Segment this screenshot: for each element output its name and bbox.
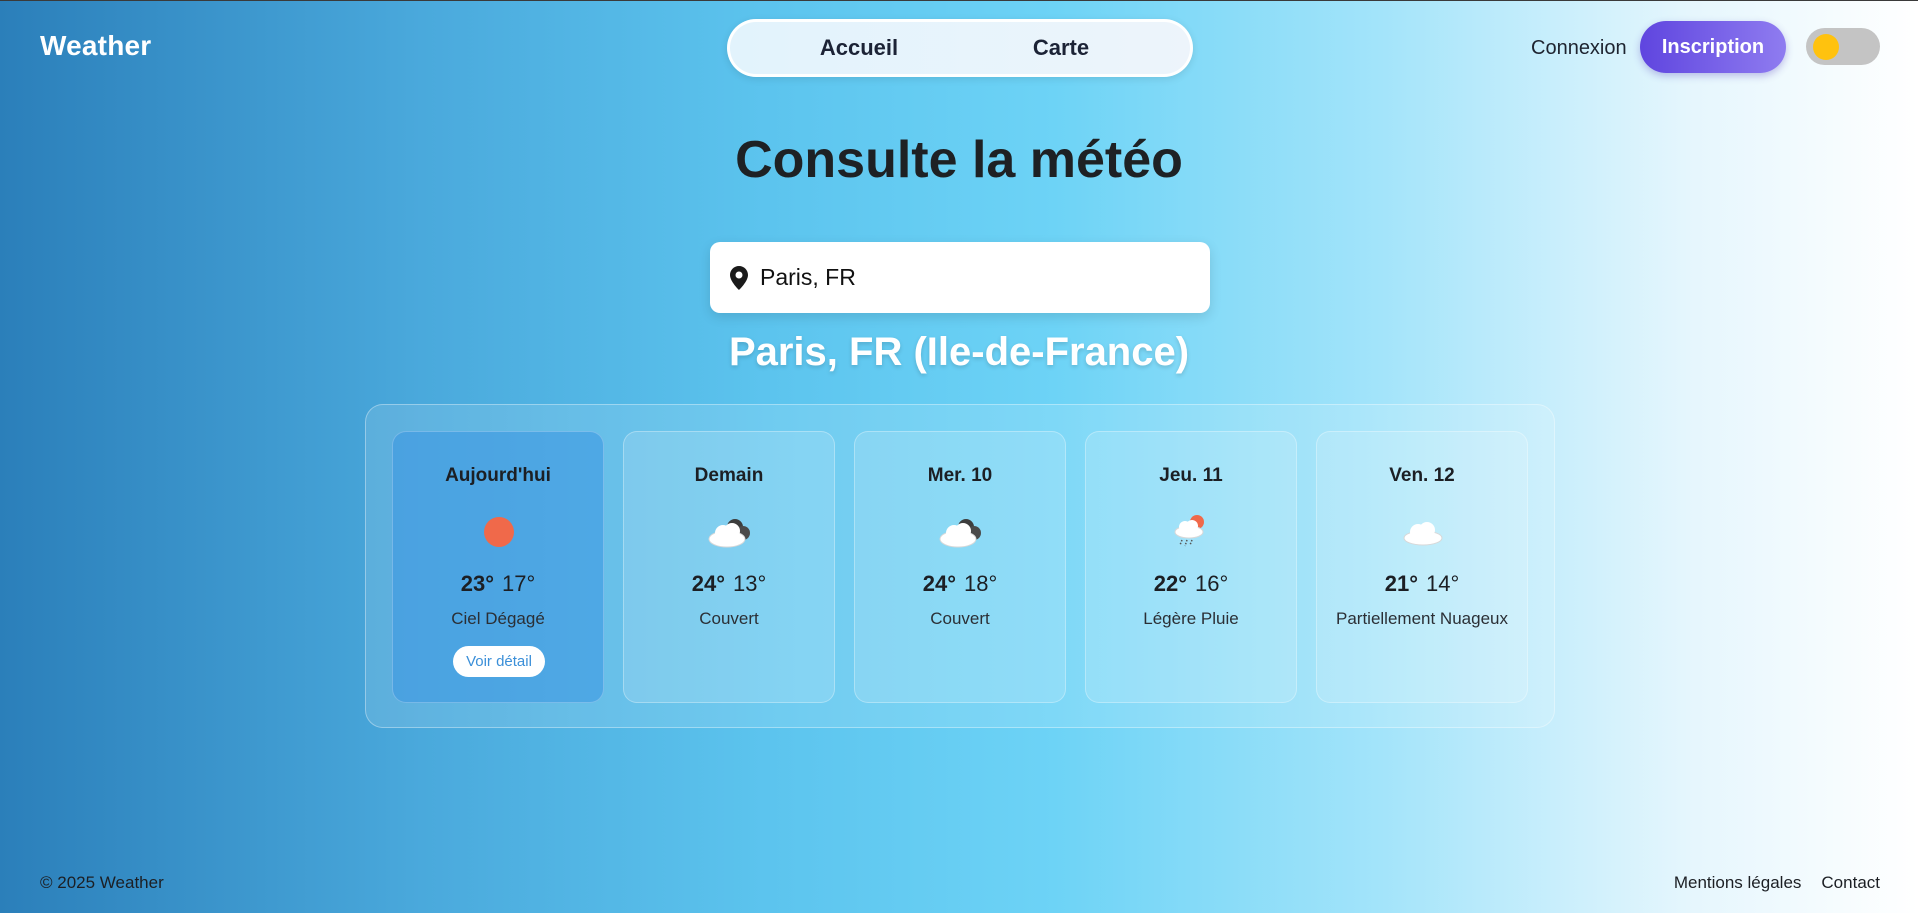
temp-min: 16° (1195, 571, 1229, 596)
top-border (0, 0, 1918, 1)
temperatures: 23° 17° (393, 571, 603, 597)
temp-min: 13° (733, 571, 767, 596)
day-name: Demain (694, 465, 764, 486)
login-link[interactable]: Connexion (1531, 37, 1627, 60)
search-box[interactable] (710, 242, 1210, 313)
day-name: Ven. 12 (1389, 465, 1455, 486)
tab-accueil[interactable]: Accueil (730, 35, 960, 61)
page-title: Consulte la météo (735, 131, 1183, 189)
temperatures: 24° 13° (624, 571, 834, 597)
theme-toggle[interactable] (1806, 28, 1880, 65)
sun-rain-cloud-icon (1164, 510, 1220, 554)
map-pin-icon (730, 265, 748, 290)
legal-link[interactable]: Mentions légales (1674, 873, 1802, 893)
day-name: Aujourd'hui (445, 465, 551, 486)
copyright: © 2025 Weather (40, 873, 164, 892)
temp-max: 24° (691, 571, 725, 596)
weather-description: Couvert (699, 609, 759, 628)
weather-description: Couvert (930, 609, 990, 628)
overcast-cloud-icon (933, 510, 989, 554)
day-name: Mer. 10 (927, 465, 993, 486)
temperatures: 24° 18° (855, 571, 1065, 597)
day-name: Jeu. 11 (1159, 465, 1223, 486)
weather-description: Partiellement Nuageux (1336, 609, 1508, 628)
search-input[interactable] (760, 264, 1180, 291)
temp-min: 14° (1426, 571, 1460, 596)
overcast-cloud-icon (702, 510, 758, 554)
temp-max: 22° (1153, 571, 1187, 596)
main-nav: Accueil Carte (727, 19, 1193, 77)
weather-description: Ciel Dégagé (451, 609, 545, 628)
temp-max: 23° (460, 571, 494, 596)
day-card-today[interactable]: Aujourd'hui 23° 17° Ciel Dégagé Voir déta… (392, 431, 604, 703)
temperatures: 22° 16° (1086, 571, 1296, 597)
day-card-demain[interactable]: Demain 24° 13° Couvert (623, 431, 835, 703)
day-card-mer-10[interactable]: Mer. 10 24° 18° Couvert (854, 431, 1066, 703)
temp-max: 24° (922, 571, 956, 596)
day-card-ven-12[interactable]: Ven. 12 21° 14° Partiellement Nuageux (1316, 431, 1528, 703)
brand-logo[interactable]: Weather (40, 30, 151, 62)
sun-icon (471, 510, 527, 554)
temp-max: 21° (1384, 571, 1418, 596)
detail-button[interactable]: Voir détail (453, 646, 545, 677)
temperatures: 21° 14° (1317, 571, 1527, 597)
contact-link[interactable]: Contact (1821, 873, 1880, 893)
temp-min: 17° (502, 571, 536, 596)
day-card-jeu-11[interactable]: Jeu. 11 22° 16° Légère Pluie (1085, 431, 1297, 703)
location-title: Paris, FR (Ile-de-France) (728, 330, 1190, 374)
sun-toggle-icon (1813, 34, 1839, 60)
footer-links: Mentions légales Contact (1674, 873, 1880, 893)
weather-description: Légère Pluie (1143, 609, 1239, 628)
temp-min: 18° (964, 571, 998, 596)
forecast-panel: Aujourd'hui 23° 17° Ciel Dégagé Voir déta… (365, 404, 1555, 728)
signup-button[interactable]: Inscription (1640, 21, 1786, 73)
cloud-icon (1395, 510, 1451, 554)
tab-carte[interactable]: Carte (960, 35, 1190, 61)
